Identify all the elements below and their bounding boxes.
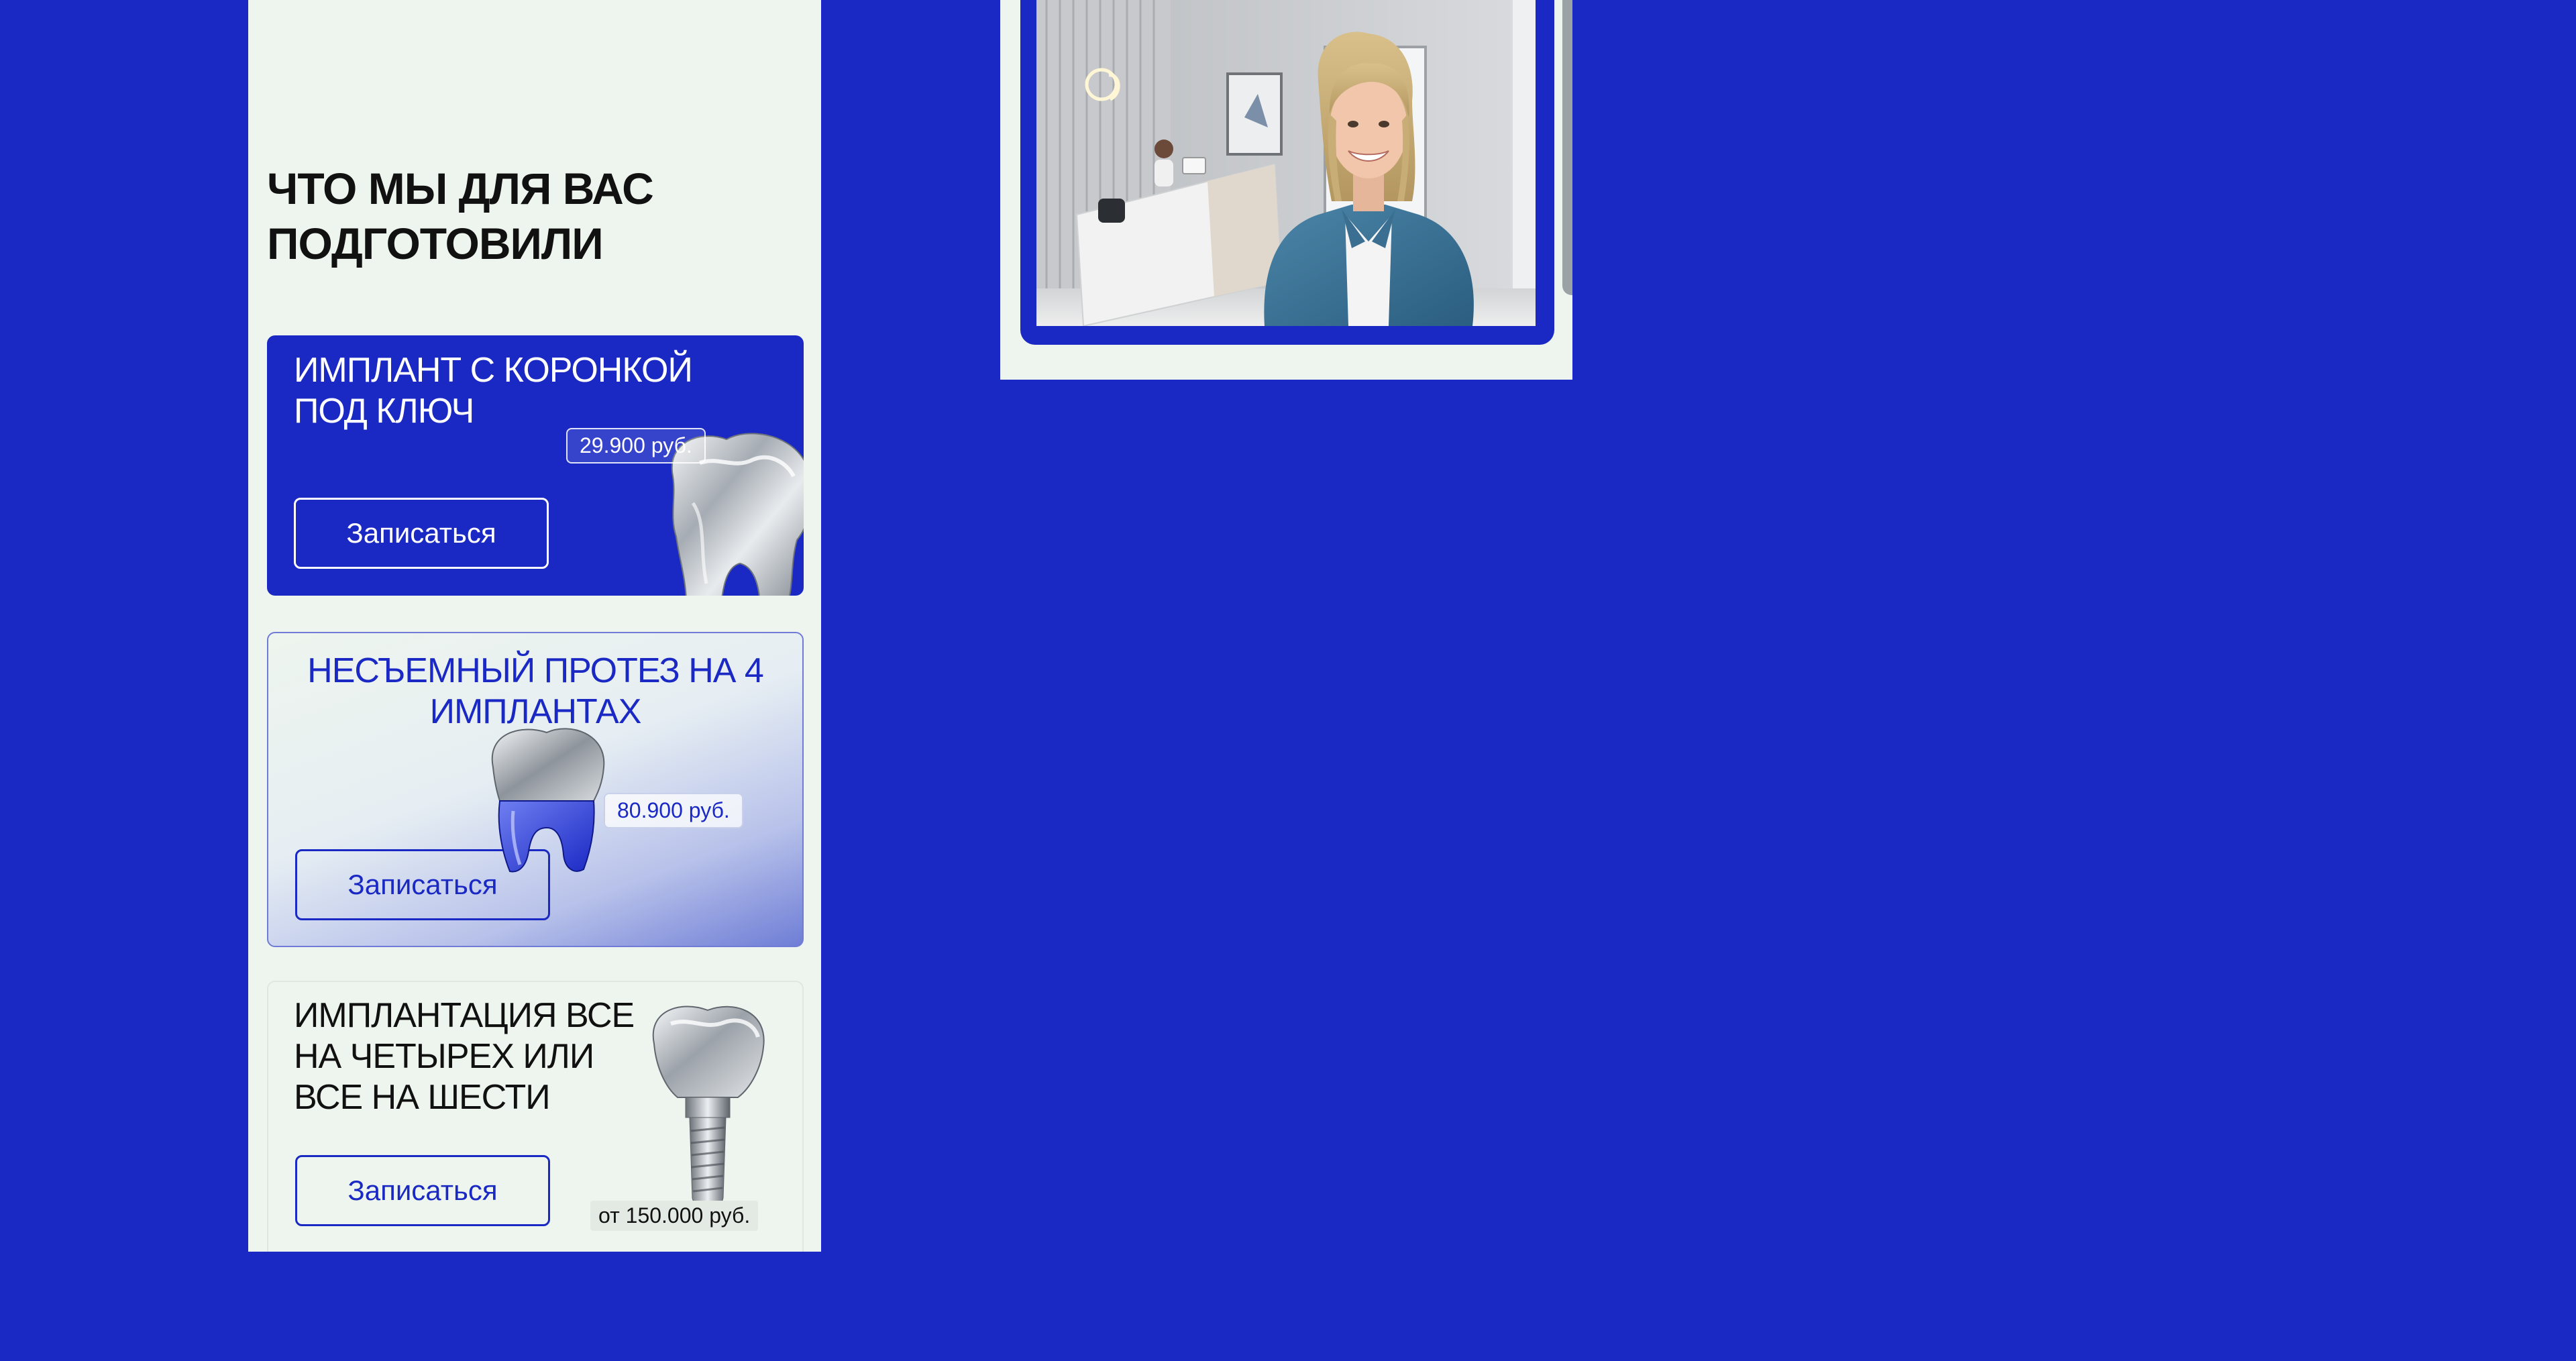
service-card-all-on-four: ИМПЛАНТАЦИЯ ВСЕ НА ЧЕТЫРЕХ ИЛИ ВСЕ НА ШЕ… — [267, 981, 804, 1252]
price-badge: 29.900 руб. — [566, 428, 706, 464]
service-card-implant: ИМПЛАНТ С КОРОНКОЙ ПОД КЛЮЧ 29.900 руб. … — [267, 335, 804, 596]
card-title: ИМПЛАНТАЦИЯ ВСЕ НА ЧЕТЫРЕХ ИЛИ ВСЕ НА ШЕ… — [294, 996, 635, 1117]
section-title: ЧТО МЫ ДЛЯ ВАС ПОДГОТОВИЛИ — [267, 164, 654, 268]
price-badge: от 150.000 руб. — [590, 1201, 759, 1231]
services-panel: ЧТО МЫ ДЛЯ ВАС ПОДГОТОВИЛИ ИМПЛАНТ С КОР… — [248, 0, 821, 1252]
tooth-implant-icon — [644, 997, 771, 1218]
price-badge: 80.900 руб. — [604, 793, 743, 828]
next-photo-edge — [1562, 0, 1572, 295]
smiling-woman-clinic-photo — [1036, 0, 1536, 326]
service-card-prosthesis: НЕСЪЕМНЫЙ ПРОТЕЗ НА 4 ИМПЛАНТАХ 80.900 р… — [267, 632, 804, 947]
signup-button[interactable]: Записаться — [295, 1155, 550, 1226]
photo-panel — [1000, 0, 1572, 380]
photo-frame — [1020, 0, 1554, 345]
blue-silver-tooth-icon — [483, 720, 610, 875]
card-title: ИМПЛАНТ С КОРОНКОЙ ПОД КЛЮЧ — [294, 351, 693, 431]
signup-button[interactable]: Записаться — [294, 498, 549, 569]
